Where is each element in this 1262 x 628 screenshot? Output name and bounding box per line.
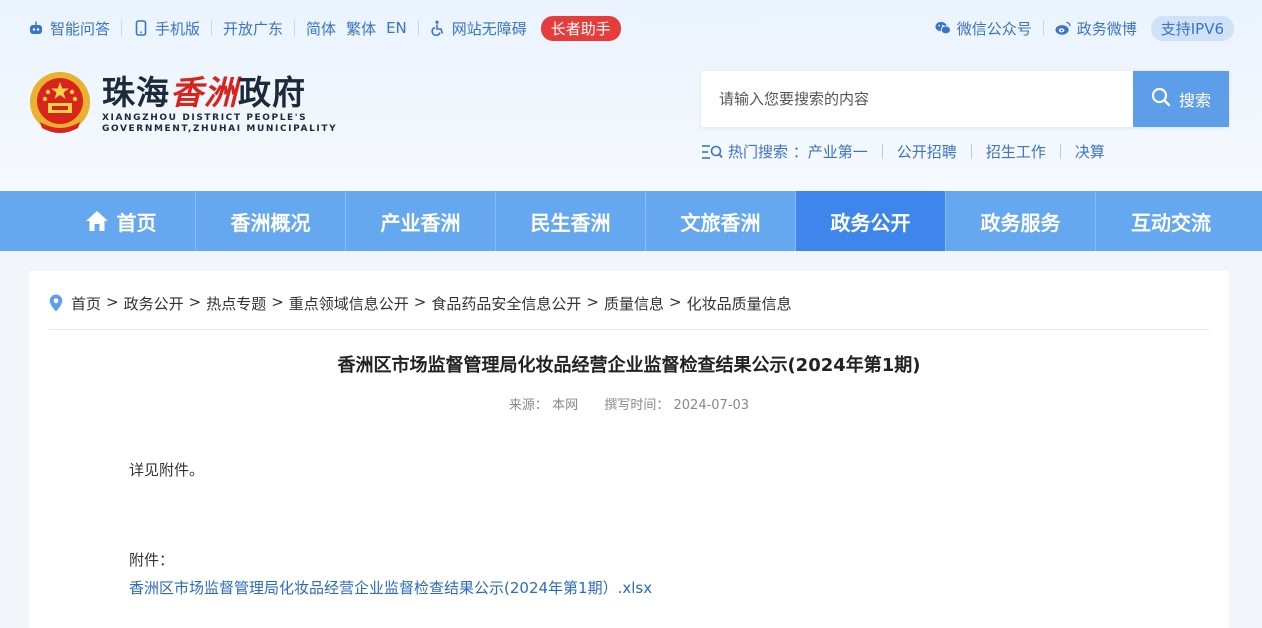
divider: [417, 20, 419, 36]
ai-qa-label: 智能问答: [50, 19, 111, 38]
nav-wrap: 首页 香洲概况 产业香洲 民生香洲 文旅香洲 政务公开 政务服务 互动交流: [46, 191, 1246, 251]
breadcrumb-separator: >: [413, 293, 427, 311]
home-icon: [85, 210, 109, 232]
hot-search-icon: [701, 144, 723, 160]
nav-label: 首页: [116, 210, 157, 235]
divider: [121, 20, 123, 36]
language-switch: 简体 繁体 EN: [306, 18, 407, 39]
nav-item-interaction[interactable]: 互动交流: [1096, 191, 1246, 251]
hot-search-label: 热门搜索 ：: [728, 143, 808, 161]
search-icon: [1151, 87, 1171, 111]
breadcrumb-item[interactable]: 首页: [71, 293, 101, 314]
divider: [881, 144, 883, 159]
weibo-label: 政务微博: [1076, 19, 1137, 38]
search-input[interactable]: [701, 71, 1133, 127]
wechat-label: 微信公众号: [956, 19, 1032, 38]
hot-search-item[interactable]: 产业第一: [808, 141, 868, 162]
logo-title: 珠海香洲政府: [102, 73, 306, 112]
breadcrumb-item[interactable]: 重点领域信息公开: [289, 293, 409, 314]
breadcrumb-item[interactable]: 食品药品安全信息公开: [431, 293, 581, 314]
breadcrumb-item[interactable]: 政务公开: [124, 293, 184, 314]
divider: [1059, 144, 1061, 159]
mobile-label: 手机版: [155, 19, 201, 38]
time-label: 撰写时间：: [604, 398, 670, 413]
search-button-label: 搜索: [1178, 91, 1211, 110]
hot-search-item[interactable]: 公开招聘: [897, 141, 957, 162]
divider: [1042, 20, 1044, 36]
lang-traditional[interactable]: 繁体: [346, 18, 376, 39]
accessibility-label: 网站无障碍: [451, 19, 527, 38]
breadcrumb-separator: >: [668, 293, 682, 311]
top-bar: 智能问答 手机版 开放广东 简体 繁体 EN 网站无障碍 长者助手 微信公众号 …: [28, 14, 1234, 42]
source-value: 本网: [552, 398, 579, 413]
content-panel: 首页 > 政务公开 > 热点专题 > 重点领域信息公开 > 食品药品安全信息公开…: [29, 271, 1229, 628]
attachment-link[interactable]: 香洲区市场监督管理局化妆品经营企业监督检查结果公示(2024年第1期）.xlsx: [129, 577, 652, 598]
lang-simplified[interactable]: 简体: [306, 18, 336, 39]
breadcrumb-separator: >: [188, 293, 202, 311]
attachment-label: 附件：: [129, 551, 175, 569]
search-bar: 搜索: [701, 71, 1229, 127]
time-value: 2024-07-03: [673, 398, 750, 413]
divider: [294, 20, 296, 36]
nav-item-government-services[interactable]: 政务服务: [946, 191, 1096, 251]
weibo-icon: [1055, 20, 1071, 36]
open-gd-link[interactable]: 开放广东: [223, 18, 283, 39]
logo-english-line2: GOVERNMENT,ZHUHAI MUNICIPALITY: [102, 124, 338, 134]
ipv6-badge: 支持IPV6: [1150, 15, 1234, 41]
wheelchair-icon: [430, 20, 446, 36]
header: 智能问答 手机版 开放广东 简体 繁体 EN 网站无障碍 长者助手 微信公众号 …: [0, 0, 1262, 191]
breadcrumb-separator: >: [106, 293, 119, 311]
mobile-link[interactable]: 手机版: [133, 18, 200, 39]
elder-assistant-button[interactable]: 长者助手: [540, 15, 621, 41]
article-title: 香洲区市场监督管理局化妆品经营企业监督检查结果公示(2024年第1期): [337, 355, 921, 376]
breadcrumb-separator: >: [586, 293, 599, 311]
topbar-right: 微信公众号 政务微博 支持IPV6: [935, 15, 1234, 41]
hot-search: 热门搜索 ： 产业第一 公开招聘 招生工作 决算: [701, 141, 1105, 162]
divider: [211, 20, 213, 36]
hot-search-item[interactable]: 决算: [1075, 141, 1105, 162]
article-meta: 来源： 本网 撰写时间： 2024-07-03: [29, 394, 1229, 413]
weibo-link[interactable]: 政务微博: [1055, 18, 1137, 39]
nav-item-government-affairs[interactable]: 政务公开: [796, 191, 946, 251]
divider: [970, 144, 972, 159]
wechat-link[interactable]: 微信公众号: [935, 18, 1032, 39]
nav-item-culture-tourism[interactable]: 文旅香洲: [646, 191, 796, 251]
wechat-icon: [935, 20, 951, 36]
search-button[interactable]: 搜索: [1133, 71, 1229, 127]
logo-text: 珠海香洲政府 XIANGZHOU DISTRICT PEOPLE'S GOVER…: [102, 73, 337, 135]
nav-item-livelihood[interactable]: 民生香洲: [496, 191, 646, 251]
site-logo[interactable]: 珠海香洲政府 XIANGZHOU DISTRICT PEOPLE'S GOVER…: [28, 70, 337, 138]
logo-english-line1: XIANGZHOU DISTRICT PEOPLE'S: [102, 113, 308, 123]
location-pin-icon: [49, 294, 63, 312]
robot-icon: [28, 20, 44, 36]
accessibility-link[interactable]: 网站无障碍: [430, 18, 527, 39]
breadcrumb-separator: >: [271, 293, 284, 311]
national-emblem-icon: [28, 70, 92, 138]
nav-item-industry[interactable]: 产业香洲: [346, 191, 496, 251]
nav-item-home[interactable]: 首页: [46, 191, 196, 251]
nav-item-overview[interactable]: 香洲概况: [196, 191, 346, 251]
source-label: 来源：: [508, 398, 548, 413]
phone-icon: [133, 20, 149, 36]
article-body: 详见附件。: [129, 461, 205, 479]
breadcrumb-item[interactable]: 化妆品质量信息: [687, 293, 792, 314]
hot-search-item[interactable]: 招生工作: [986, 141, 1046, 162]
lang-english[interactable]: EN: [386, 19, 407, 37]
breadcrumb: 首页 > 政务公开 > 热点专题 > 重点领域信息公开 > 食品药品安全信息公开…: [49, 293, 1209, 330]
ai-qa-link[interactable]: 智能问答: [28, 18, 110, 39]
main-nav: 首页 香洲概况 产业香洲 民生香洲 文旅香洲 政务公开 政务服务 互动交流: [0, 191, 1262, 251]
breadcrumb-item[interactable]: 质量信息: [604, 293, 664, 314]
breadcrumb-item[interactable]: 热点专题: [206, 293, 266, 314]
